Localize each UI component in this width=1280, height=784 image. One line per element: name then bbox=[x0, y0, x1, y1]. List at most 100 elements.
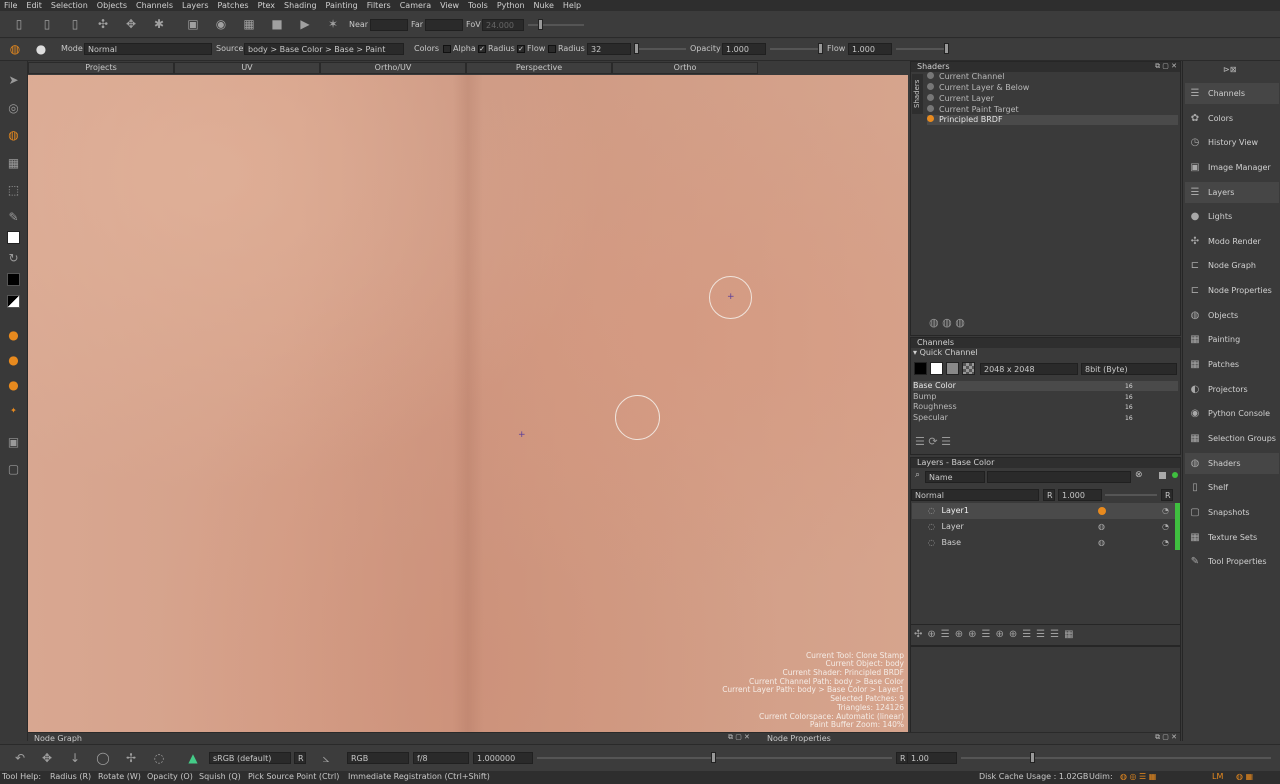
clear-search-icon[interactable]: ⊗ bbox=[1135, 470, 1143, 480]
gamma-field[interactable]: 1.00 bbox=[907, 752, 957, 764]
undo-icon[interactable]: ↶ bbox=[13, 751, 27, 765]
tab-node-graph[interactable]: Node Graph bbox=[34, 734, 82, 743]
mode-dropdown[interactable]: Normal bbox=[84, 43, 212, 55]
paint-viewport[interactable]: + + Current Tool: Clone Stamp Current Ob… bbox=[28, 75, 908, 732]
sidebar-item-tool-properties[interactable]: ✎ Tool Properties bbox=[1185, 551, 1279, 572]
layer-action-icons[interactable]: ✣⊕☰⊕⊕☰⊕⊕☰☰☰▦ bbox=[914, 629, 1079, 640]
radius-checkbox[interactable]: ✓ bbox=[478, 45, 486, 53]
sidebar-item-channels[interactable]: ☰ Channels bbox=[1185, 83, 1279, 104]
menu-view[interactable]: View bbox=[440, 1, 459, 10]
layer-row-selected[interactable]: ◌ Layer1 ◔ bbox=[912, 503, 1180, 519]
color-wheel-icon[interactable]: ▲ bbox=[186, 751, 200, 765]
flow-slider[interactable] bbox=[896, 48, 948, 50]
sidebar-item-texture-sets[interactable]: ▦ Texture Sets bbox=[1185, 527, 1279, 548]
clone-stamp-icon[interactable]: ◍ bbox=[8, 42, 22, 56]
menu-patches[interactable]: Patches bbox=[218, 1, 249, 10]
default-colors-icon[interactable] bbox=[7, 295, 20, 308]
colorspace-dropdown[interactable]: sRGB (default) bbox=[209, 752, 291, 764]
lighting-icon[interactable]: ✶ bbox=[326, 17, 340, 31]
black-swatch[interactable] bbox=[914, 362, 927, 375]
menu-objects[interactable]: Objects bbox=[97, 1, 127, 10]
import-icon[interactable]: ✣ bbox=[96, 17, 110, 31]
fit-view-icon[interactable]: ▢ bbox=[6, 462, 21, 477]
gain-slider-knob[interactable] bbox=[711, 752, 716, 763]
far-field[interactable] bbox=[425, 19, 463, 31]
flow-field[interactable]: 1.000 bbox=[848, 43, 892, 55]
layer-search-input[interactable] bbox=[987, 471, 1131, 483]
view-tool-icon[interactable]: ◎ bbox=[6, 101, 21, 116]
rotate-icon[interactable]: ◯ bbox=[96, 751, 110, 765]
opacity-slider-knob[interactable] bbox=[818, 43, 823, 54]
radius-slider[interactable] bbox=[634, 48, 686, 50]
marquee-tool-icon[interactable]: ⬚ bbox=[6, 183, 21, 198]
panel-close-icon[interactable]: ⧉ ▢ ✕ bbox=[1155, 62, 1177, 71]
channel-size-dropdown[interactable]: 2048 x 2048 bbox=[980, 363, 1078, 375]
tab-ortho[interactable]: Ortho bbox=[612, 62, 758, 74]
settings-icon[interactable]: ✱ bbox=[152, 17, 166, 31]
brush-small-icon[interactable]: ✦ bbox=[6, 403, 21, 418]
gamma-slider[interactable] bbox=[961, 757, 1271, 759]
paint-tool-icon[interactable]: ◍ bbox=[6, 128, 21, 143]
add-shader-icon[interactable]: ◍ bbox=[929, 316, 939, 329]
tab-perspective[interactable]: Perspective bbox=[466, 62, 612, 74]
shaders-side-tab[interactable]: Shaders bbox=[912, 74, 923, 114]
eye-icon[interactable]: ◌ bbox=[928, 522, 935, 531]
brush-shape-icon[interactable]: ● bbox=[6, 378, 21, 393]
lasso-icon[interactable]: ◌ bbox=[152, 751, 166, 765]
radius-pressure-checkbox[interactable] bbox=[548, 45, 556, 53]
shader-item[interactable]: Current Channel bbox=[927, 72, 1178, 82]
layer-opacity-field[interactable]: 1.000 bbox=[1058, 489, 1102, 501]
sidebar-item-projectors[interactable]: ◐ Projectors bbox=[1185, 379, 1279, 400]
menu-camera[interactable]: Camera bbox=[400, 1, 431, 10]
sidebar-item-python-console[interactable]: ◉ Python Console bbox=[1185, 403, 1279, 424]
channel-options-icon[interactable]: ☰ bbox=[941, 435, 951, 448]
white-swatch[interactable] bbox=[930, 362, 943, 375]
udim-status-icons[interactable]: ◍ ◎ ☰ ▦ bbox=[1120, 772, 1156, 781]
alpha-checkbox[interactable] bbox=[443, 45, 451, 53]
colorspace-reset-button[interactable]: R bbox=[294, 752, 306, 764]
menu-python[interactable]: Python bbox=[497, 1, 525, 10]
duplicate-shader-icon[interactable]: ◍ bbox=[942, 316, 952, 329]
menu-painting[interactable]: Painting bbox=[326, 1, 358, 10]
lock-icon[interactable]: ◔ bbox=[1162, 503, 1169, 519]
gray-swatch[interactable] bbox=[946, 362, 959, 375]
brush-dynamics-icon[interactable]: ● bbox=[6, 353, 21, 368]
sidebar-item-shelf[interactable]: ▯ Shelf bbox=[1185, 477, 1279, 498]
eye-icon[interactable]: ◌ bbox=[928, 506, 935, 515]
sidebar-item-objects[interactable]: ◍ Objects bbox=[1185, 305, 1279, 326]
layer-paint-icon[interactable] bbox=[1098, 507, 1106, 515]
blend-mode-dropdown[interactable]: Normal bbox=[911, 489, 1039, 501]
sidebar-item-painting[interactable]: ▦ Painting bbox=[1185, 329, 1279, 350]
sidebar-item-shaders[interactable]: ◍ Shaders bbox=[1185, 453, 1279, 474]
shader-item[interactable]: Current Layer bbox=[927, 94, 1178, 104]
sidebar-item-image-manager[interactable]: ▣ Image Manager bbox=[1185, 157, 1279, 178]
menu-layers[interactable]: Layers bbox=[182, 1, 208, 10]
shader-item[interactable]: Current Layer & Below bbox=[927, 83, 1178, 93]
menu-channels[interactable]: Channels bbox=[136, 1, 173, 10]
channel-row-selected[interactable]: Base Color bbox=[913, 381, 1178, 391]
panel-controls-icon[interactable]: ⧉ ▢ ✕ bbox=[1155, 733, 1177, 742]
panel-controls-icon[interactable]: ⧉ ▢ ✕ bbox=[728, 733, 750, 742]
menu-edit[interactable]: Edit bbox=[26, 1, 42, 10]
box-view-icon[interactable]: ▣ bbox=[186, 17, 200, 31]
channel-row[interactable]: Bump bbox=[913, 392, 1178, 402]
channel-mode-dropdown[interactable]: RGB bbox=[347, 752, 409, 764]
layer-row[interactable]: ◌ Layer ◍ ◔ bbox=[912, 519, 1180, 535]
layer-filter-field[interactable]: Name bbox=[925, 471, 985, 483]
brush-icon[interactable]: ● bbox=[34, 42, 48, 56]
channel-row[interactable]: Roughness bbox=[913, 402, 1178, 412]
menu-file[interactable]: File bbox=[4, 1, 17, 10]
opacity-slider[interactable] bbox=[770, 48, 822, 50]
save-file-icon[interactable]: ▯ bbox=[68, 17, 82, 31]
shaded-cube-icon[interactable]: ■ bbox=[270, 17, 284, 31]
menu-ptex[interactable]: Ptex bbox=[258, 1, 275, 10]
sidebar-item-lights[interactable]: ● Lights bbox=[1185, 206, 1279, 227]
sidebar-item-colors[interactable]: ✿ Colors bbox=[1185, 108, 1279, 129]
foreground-color-swatch[interactable] bbox=[7, 231, 20, 244]
background-color-swatch[interactable] bbox=[7, 273, 20, 286]
layer-paint-icon[interactable]: ◍ bbox=[1098, 519, 1105, 535]
lock-icon[interactable]: ◔ bbox=[1162, 519, 1169, 535]
layer-row[interactable]: ◌ Base ◍ ◔ bbox=[912, 535, 1180, 551]
status-extra-icons[interactable]: ◍ ▦ bbox=[1236, 772, 1253, 781]
select-tool-icon[interactable]: ➤ bbox=[6, 73, 21, 88]
